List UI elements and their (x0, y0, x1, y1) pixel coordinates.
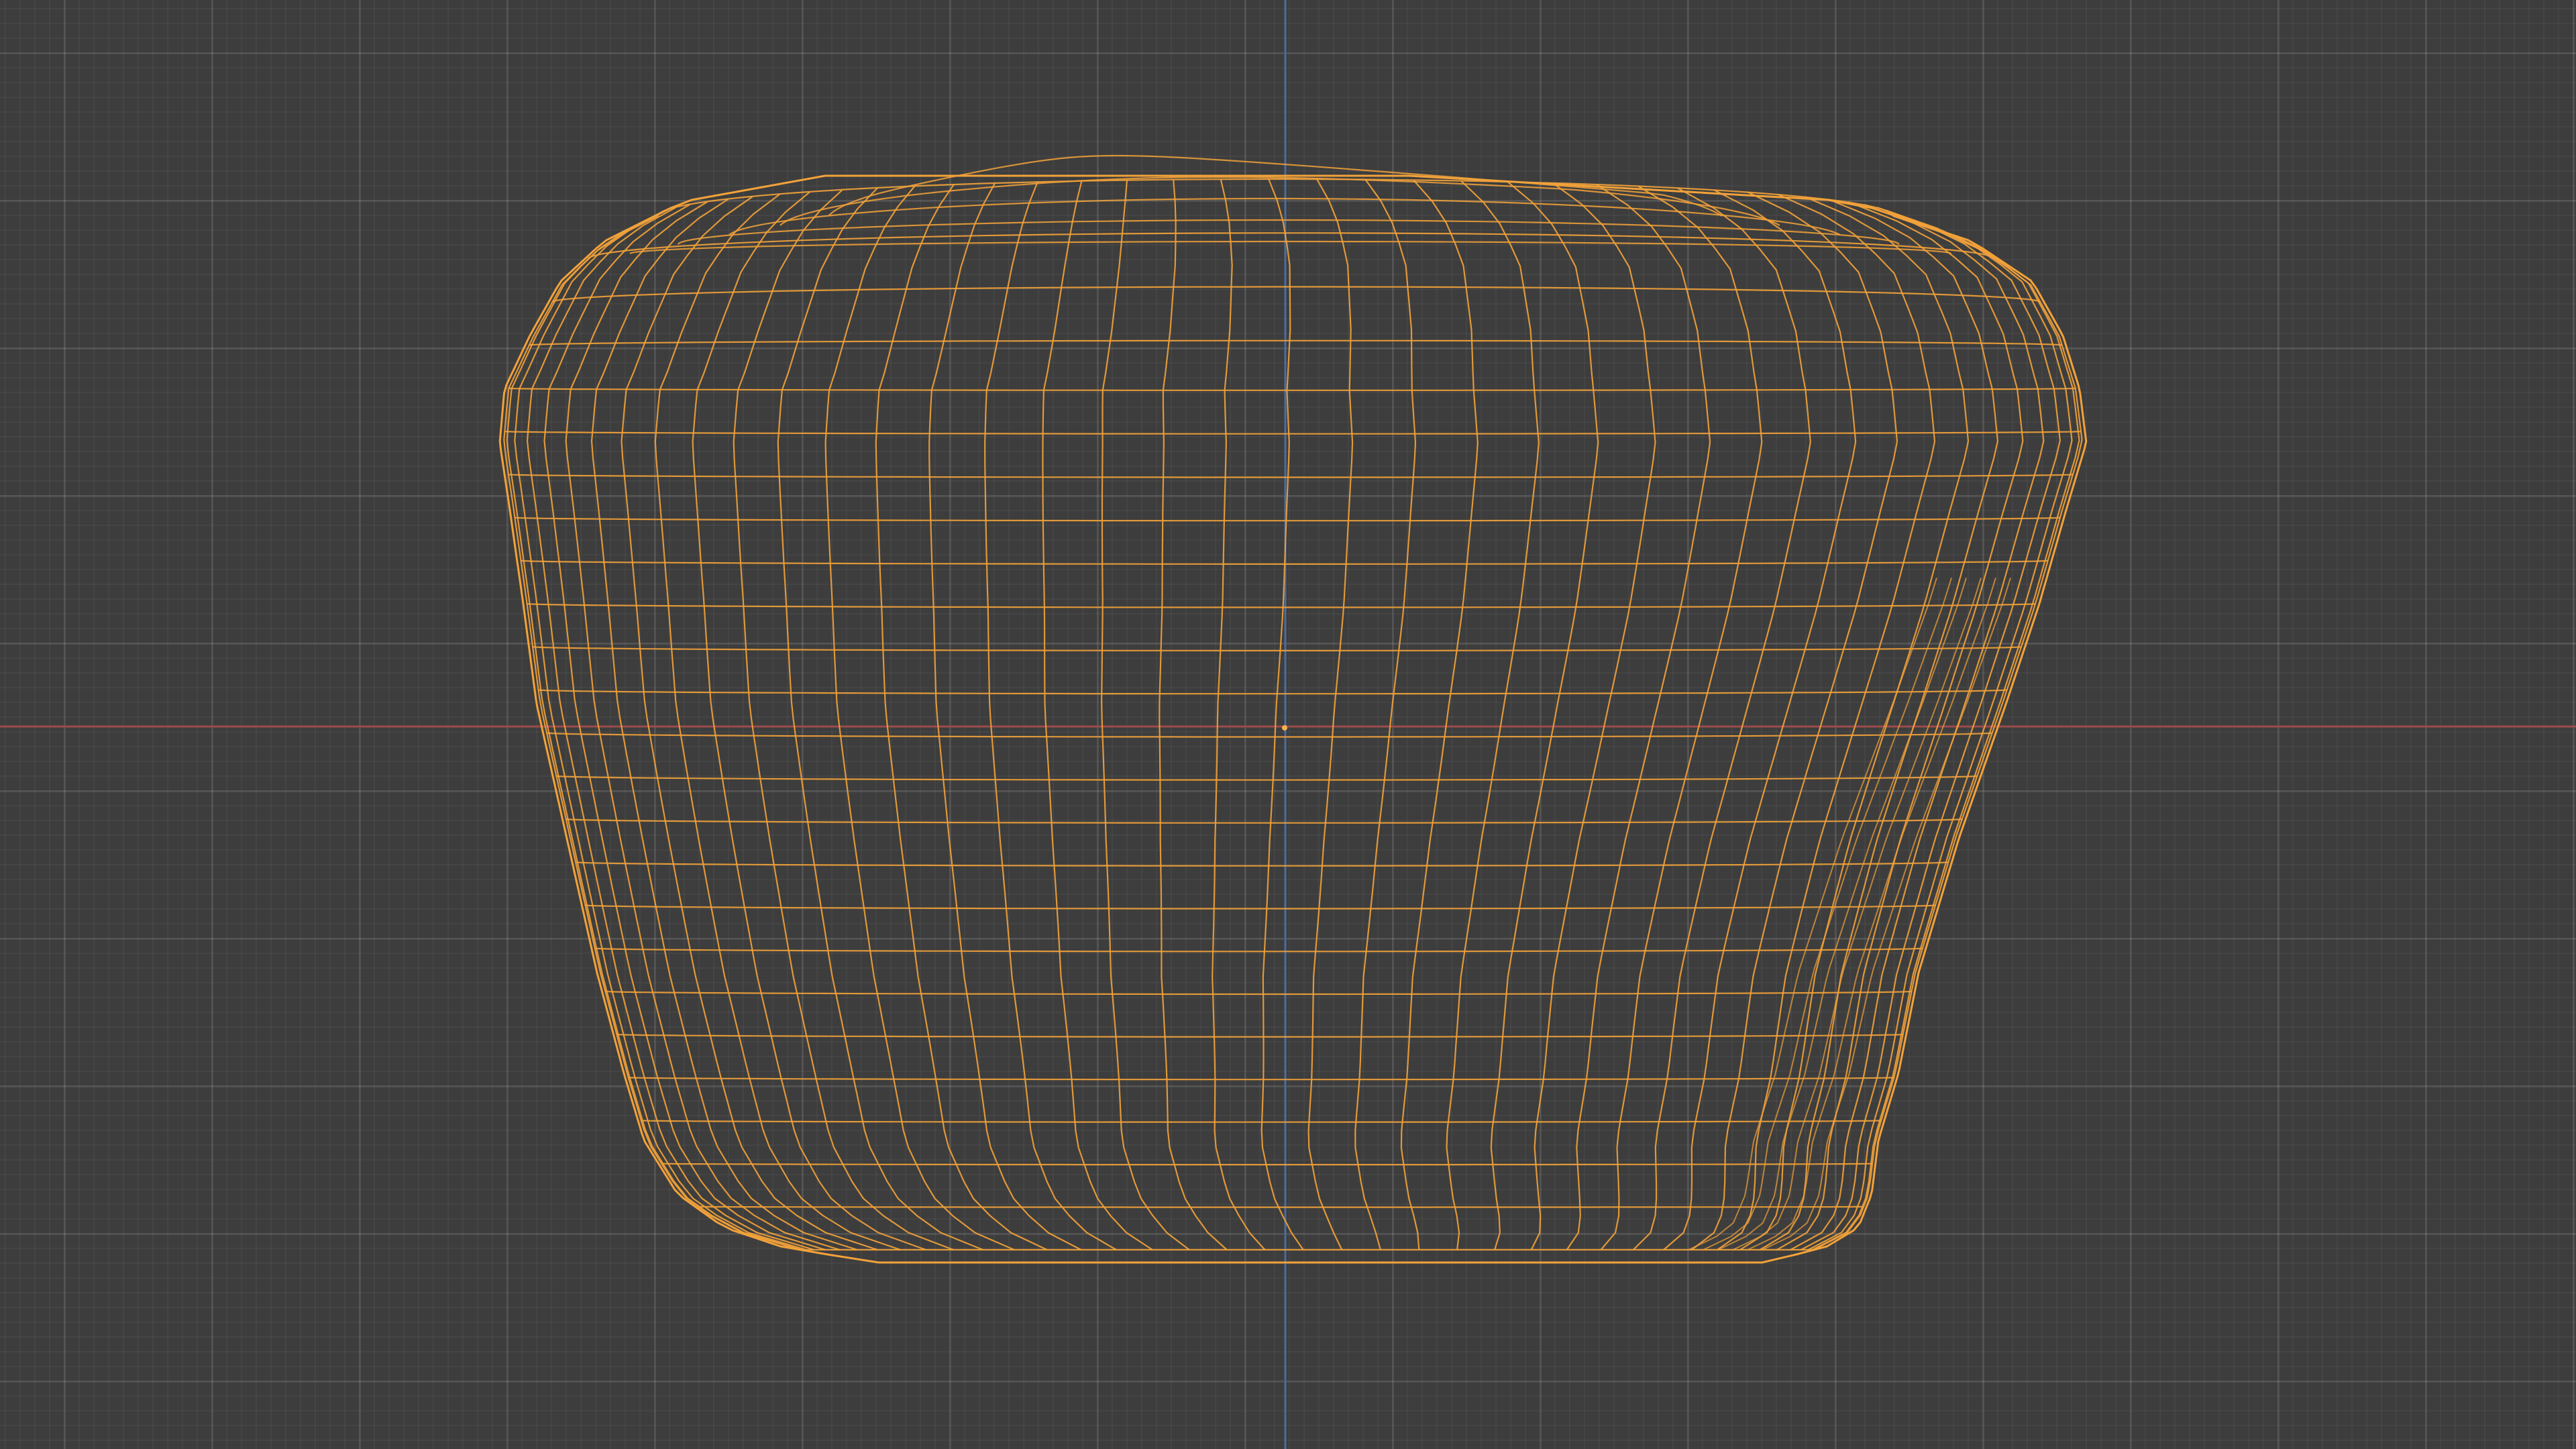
mesh-back-wires (1688, 578, 2011, 1250)
mesh-meridian (777, 187, 983, 1251)
3d-viewport[interactable] (0, 0, 2576, 1449)
mesh-meridian (1663, 189, 1857, 1250)
mesh-meridian (1813, 215, 2083, 1250)
mesh-meridian (1739, 196, 1970, 1250)
mesh-meridian (1600, 185, 1763, 1250)
mesh-parallel (546, 732, 1993, 738)
mesh-meridian (514, 209, 807, 1251)
mesh-top-ring (780, 176, 1780, 226)
mesh-meridian (1260, 178, 1304, 1250)
mesh-meridian (1530, 182, 1656, 1250)
mesh-meridian (1490, 181, 1599, 1250)
mesh-meridian (1212, 178, 1266, 1250)
mesh-parallel (508, 474, 2074, 478)
mesh-parallel (532, 646, 2022, 651)
mesh-meridian (506, 212, 802, 1251)
mesh-parallel (529, 339, 2063, 346)
mesh-silhouette (498, 174, 2088, 1264)
mesh-meridian (1566, 184, 1711, 1250)
mesh-top-ring (629, 240, 1952, 254)
mesh-meridian (1801, 207, 2061, 1250)
mesh-meridian (984, 181, 1117, 1250)
mesh-meridian (1812, 212, 2080, 1250)
viewport-scene[interactable] (0, 0, 2576, 1449)
mesh-meridian (824, 185, 1015, 1251)
mesh-meridian (733, 189, 954, 1251)
mesh-parallel (504, 430, 2082, 435)
mesh-top-ring (677, 219, 1900, 245)
object-origin-icon[interactable] (1282, 725, 1287, 731)
mesh-meridian (1691, 191, 1898, 1250)
mesh-parallel (538, 689, 2008, 695)
mesh-parallel (575, 861, 1949, 867)
mesh-parallel (527, 602, 2036, 608)
mesh-meridian (928, 182, 1082, 1250)
mesh-meridian (654, 193, 901, 1251)
mesh-meridian (1717, 193, 1936, 1250)
mesh-side-strip (1747, 578, 1996, 1250)
mesh-parallel (508, 387, 2076, 391)
mesh-meridian (1633, 187, 1811, 1250)
mesh-meridian (1307, 178, 1354, 1250)
mesh-parallel (584, 904, 1936, 910)
mesh-meridian (875, 184, 1048, 1250)
mesh-parallel (551, 286, 2041, 303)
mesh-parallel (566, 818, 1963, 824)
mesh-parallel (555, 775, 1978, 781)
mesh-parallel (515, 517, 2061, 522)
mesh-meridian (1808, 209, 2073, 1250)
